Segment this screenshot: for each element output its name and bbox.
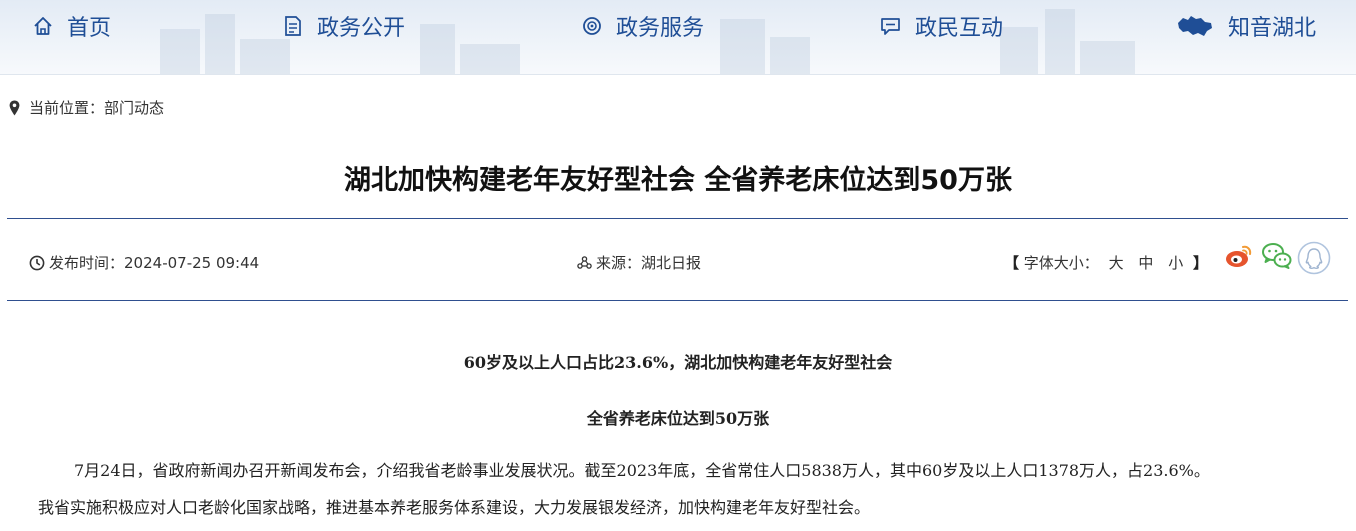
publish-time-value: 2024-07-25 09:44 bbox=[124, 253, 260, 272]
title-divider bbox=[7, 218, 1348, 219]
top-nav: 首页 政务公开 政务服务 政民互动 知音湖北 bbox=[0, 0, 1356, 75]
font-size-large[interactable]: 大 bbox=[1109, 254, 1124, 272]
font-size-label: 字体大小： bbox=[1023, 254, 1099, 272]
source-label: 来源： bbox=[596, 254, 642, 272]
breadcrumb-prefix: 当前位置： bbox=[29, 99, 105, 117]
article-source: 来源： 湖北日报 bbox=[577, 252, 701, 273]
nav-item-zhiyin-hubei[interactable]: 知音湖北 bbox=[1176, 10, 1316, 42]
nav-item-gov-info[interactable]: 政务公开 bbox=[283, 10, 405, 42]
hubei-map-icon bbox=[1176, 14, 1214, 38]
nav-label: 政民互动 bbox=[915, 16, 1004, 41]
nav-label: 政务公开 bbox=[317, 16, 406, 41]
source-icon bbox=[577, 256, 592, 269]
breadcrumb: 当前位置： 部门动态 bbox=[9, 97, 164, 118]
wechat-icon[interactable] bbox=[1261, 241, 1293, 271]
article-paragraph-line: 7月24日，省政府新闻办召开新闻发布会，介绍我省老龄事业发展状况。截至2023年… bbox=[74, 461, 1210, 480]
home-icon bbox=[33, 16, 53, 36]
publish-time: 发布时间： 2024-07-25 09:44 bbox=[29, 252, 259, 273]
breadcrumb-current[interactable]: 部门动态 bbox=[104, 97, 164, 118]
font-size-control: 【 字体大小： 大 中 小 】 bbox=[1004, 254, 1208, 272]
nav-label: 首页 bbox=[67, 16, 112, 41]
location-pin-icon bbox=[9, 100, 20, 116]
publish-time-label: 发布时间： bbox=[49, 254, 125, 272]
nav-item-interaction[interactable]: 政民互动 bbox=[880, 10, 1003, 42]
article-paragraph-line: 我省实施积极应对人口老龄化国家战略，推进基本养老服务体系建设，大力发展银发经济，… bbox=[38, 498, 871, 517]
article-title: 湖北加快构建老年友好型社会 全省养老床位达到50万张 bbox=[344, 165, 1012, 196]
weibo-icon[interactable] bbox=[1224, 241, 1254, 271]
service-icon bbox=[582, 16, 602, 36]
font-size-medium[interactable]: 中 bbox=[1138, 254, 1153, 272]
nav-label: 政务服务 bbox=[616, 16, 705, 41]
source-value: 湖北日报 bbox=[641, 254, 702, 272]
article-subheading: 60岁及以上人口占比23.6%，湖北加快构建老年友好型社会 bbox=[463, 353, 893, 372]
nav-label: 知音湖北 bbox=[1228, 16, 1317, 41]
chat-icon bbox=[880, 16, 901, 36]
nav-item-home[interactable]: 首页 bbox=[33, 10, 111, 42]
document-icon bbox=[283, 15, 303, 37]
qq-icon[interactable] bbox=[1297, 241, 1331, 275]
meta-divider bbox=[7, 300, 1348, 301]
font-size-small[interactable]: 小 bbox=[1168, 254, 1183, 272]
nav-item-gov-service[interactable]: 政务服务 bbox=[582, 10, 704, 42]
clock-icon bbox=[29, 255, 45, 271]
article-subheading: 全省养老床位达到50万张 bbox=[586, 409, 770, 428]
